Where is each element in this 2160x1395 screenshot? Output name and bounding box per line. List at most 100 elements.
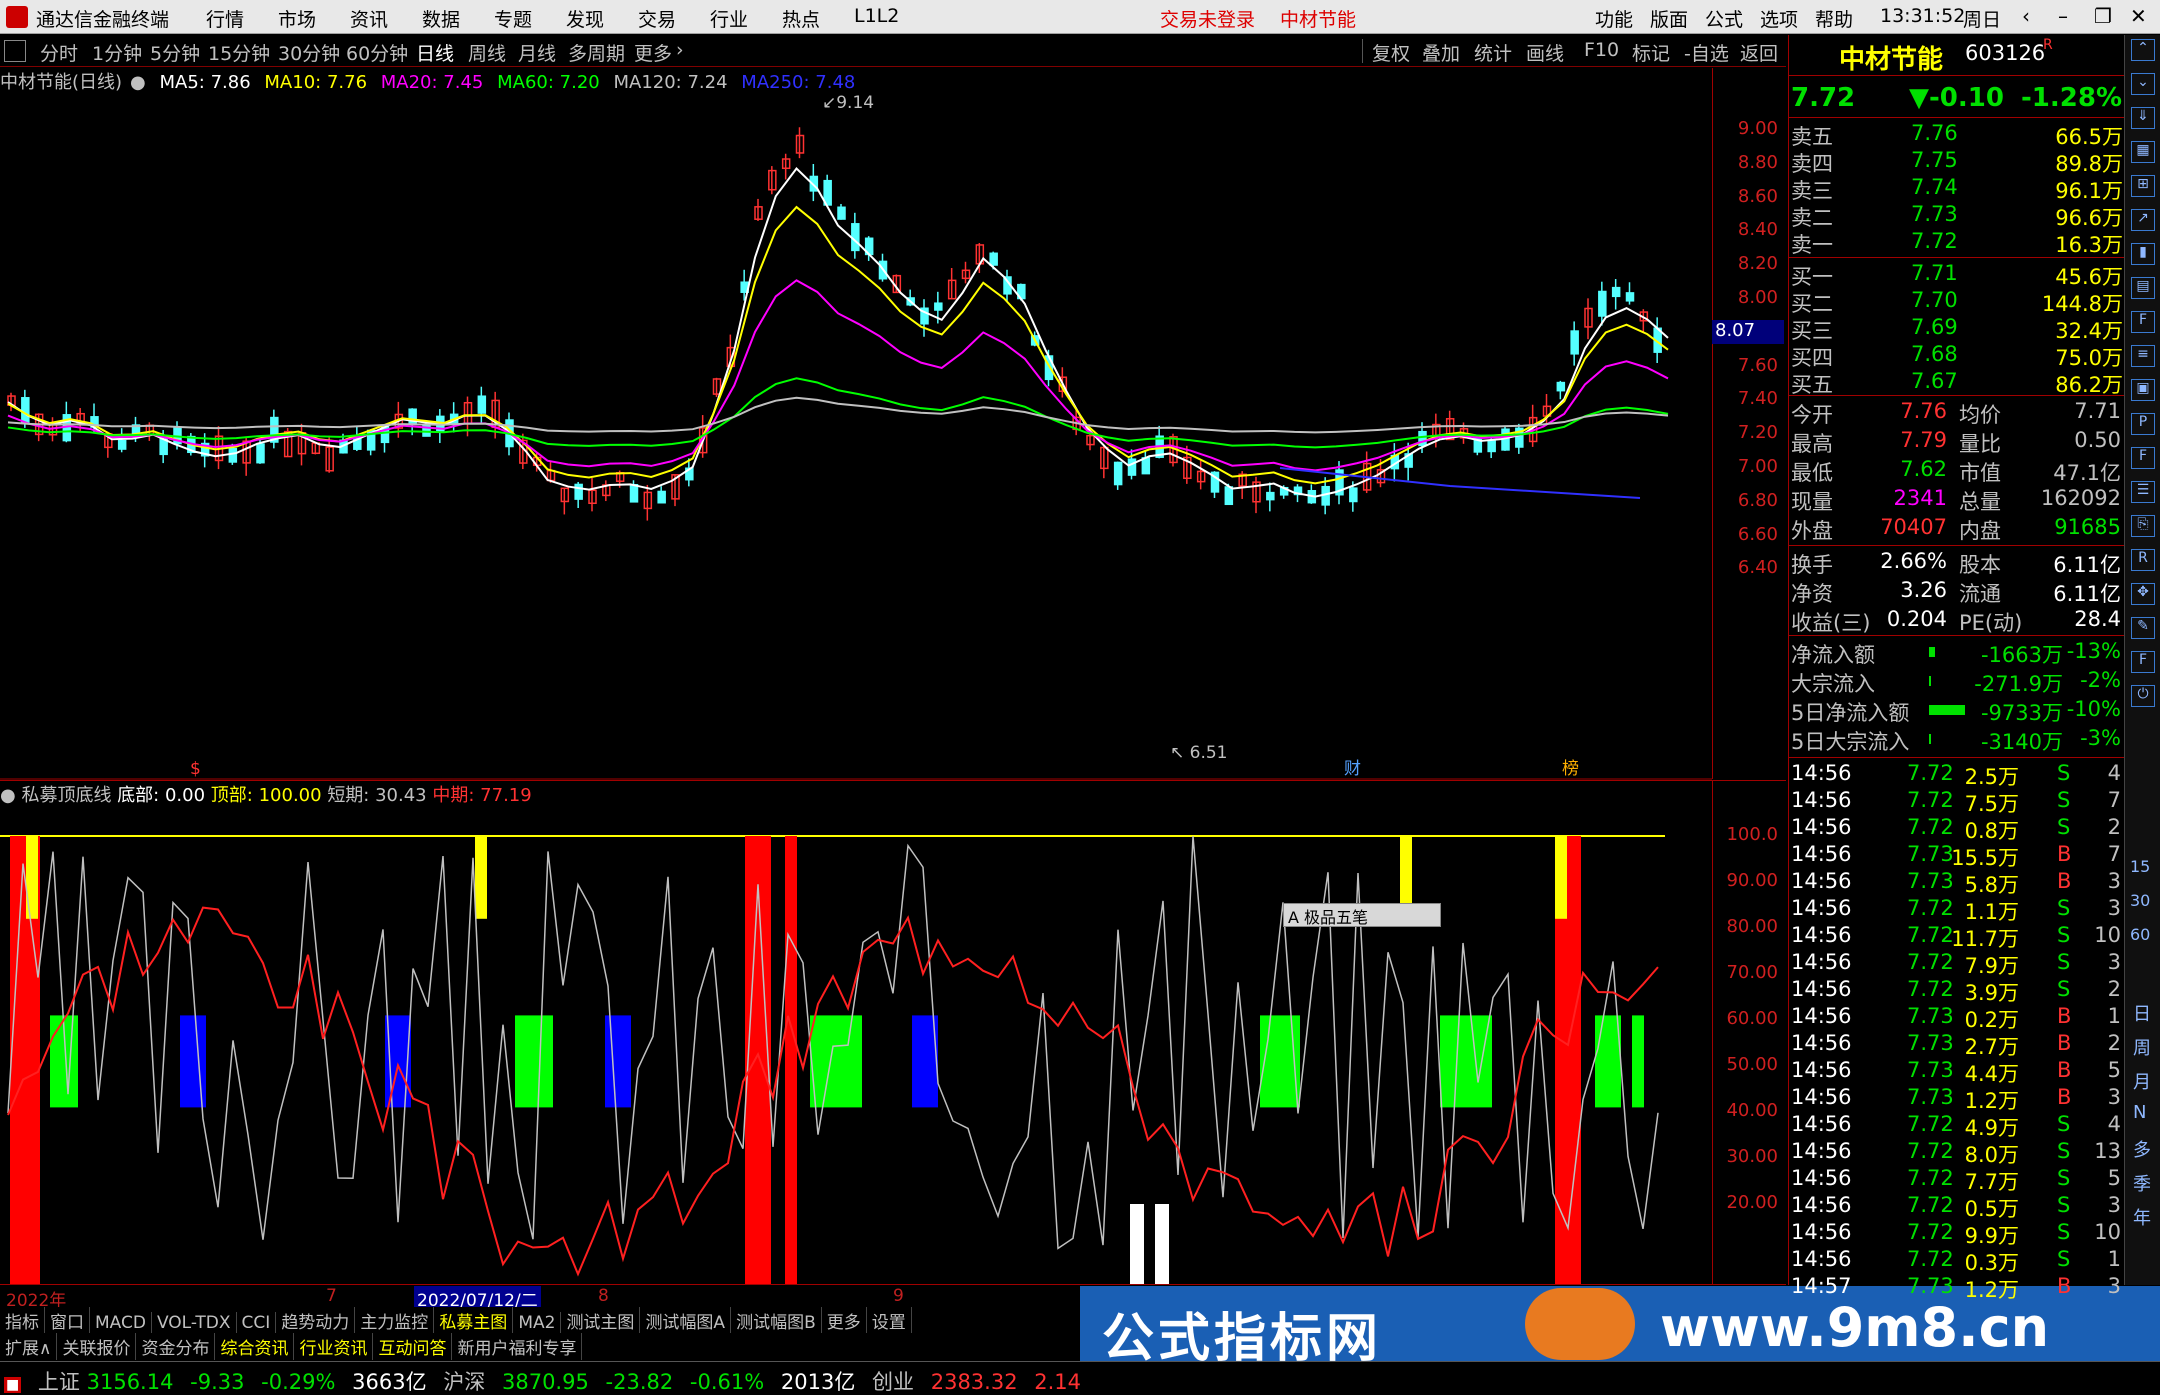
index-label[interactable]: 沪深 xyxy=(443,1370,485,1394)
menu-item[interactable]: 选项 xyxy=(1760,5,1798,32)
toolbar-button[interactable]: -自选 xyxy=(1684,39,1729,66)
fin-icon[interactable]: F xyxy=(2131,311,2155,333)
arrows-icon[interactable]: ✥ xyxy=(2131,583,2155,605)
indicator-tab[interactable]: 测试幅图A xyxy=(640,1307,732,1334)
indicator-tab[interactable]: 趋势动力 xyxy=(276,1307,356,1334)
bar-icon[interactable]: ▮ xyxy=(2131,243,2155,265)
toolbar-button[interactable]: 返回 xyxy=(1740,39,1778,66)
down-arrow-icon[interactable]: ⌄ xyxy=(2131,73,2155,95)
menu-item[interactable]: 交易 xyxy=(638,5,676,32)
side-period-button[interactable]: 月 xyxy=(2133,1068,2151,1094)
menu-item[interactable]: L1L2 xyxy=(854,5,899,27)
menu-item[interactable]: 行业 xyxy=(710,5,748,32)
indicator-tab[interactable]: 设置 xyxy=(867,1307,912,1334)
indicator-tab[interactable]: 私募主图 xyxy=(434,1307,514,1334)
layers-icon[interactable]: ▣ xyxy=(2131,379,2155,401)
extension-tab[interactable]: 互动问答 xyxy=(373,1333,453,1360)
extension-tab[interactable]: 资金分布 xyxy=(136,1333,216,1360)
period-tab[interactable]: 周线 xyxy=(468,39,506,66)
indicator-tab[interactable]: 主力监控 xyxy=(355,1307,435,1334)
menu-item[interactable]: 版面 xyxy=(1650,5,1688,32)
list-icon[interactable]: ⊞ xyxy=(2131,175,2155,197)
close-icon[interactable]: ✕ xyxy=(2130,4,2147,28)
ime-icon[interactable]: A xyxy=(1288,908,1299,927)
back-icon[interactable]: ‹ xyxy=(2022,4,2030,28)
indicator-tab[interactable]: CCI xyxy=(237,1312,277,1334)
period-tab[interactable]: 15分钟 xyxy=(208,39,270,66)
index-label[interactable]: 创业 xyxy=(872,1370,914,1394)
toolbar-button[interactable]: 标记 xyxy=(1632,39,1670,66)
side-minute-button[interactable]: 60 xyxy=(2130,925,2150,944)
toolbar-button[interactable]: 统计 xyxy=(1474,39,1512,66)
ime-toolbar[interactable]: A 极品五笔 xyxy=(1283,903,1441,927)
event-marker[interactable]: $ xyxy=(190,759,201,779)
f10-icon[interactable]: ⇓ xyxy=(2131,107,2155,129)
extension-tab[interactable]: 关联报价 xyxy=(57,1333,137,1360)
chevron-right-icon[interactable]: › xyxy=(676,39,684,61)
menu-icon[interactable]: ☰ xyxy=(2131,481,2155,503)
menu-item[interactable]: 资讯 xyxy=(350,5,388,32)
pen-icon[interactable]: ✎ xyxy=(2131,617,2155,639)
panel-toggle-icon[interactable] xyxy=(4,40,26,62)
period-tab[interactable]: 分时 xyxy=(40,39,78,66)
menu-item[interactable]: 帮助 xyxy=(1815,5,1853,32)
extension-tab[interactable]: 行业资讯 xyxy=(294,1333,374,1360)
minimize-icon[interactable]: – xyxy=(2058,4,2068,28)
event-marker[interactable]: 财 xyxy=(1344,759,1361,779)
pdf-icon[interactable]: P xyxy=(2131,413,2155,435)
index-label[interactable]: 上证 xyxy=(38,1370,80,1394)
extension-tab[interactable]: 扩展∧ xyxy=(0,1333,58,1360)
menu-item[interactable]: 公式 xyxy=(1705,5,1743,32)
period-tab[interactable]: 多周期 xyxy=(568,39,625,66)
f2-icon[interactable]: F xyxy=(2131,447,2155,469)
indicator-tab[interactable]: VOL-TDX xyxy=(152,1312,237,1334)
period-tab[interactable]: 月线 xyxy=(518,39,556,66)
toolbar-button[interactable]: 叠加 xyxy=(1422,39,1460,66)
indicator-tab[interactable]: MACD xyxy=(90,1312,152,1334)
fs-icon[interactable]: F xyxy=(2131,651,2155,673)
restore-icon[interactable]: ❐ xyxy=(2094,4,2112,28)
up-arrow-icon[interactable]: ⌃ xyxy=(2131,39,2155,61)
indicator-tab[interactable]: 测试主图 xyxy=(561,1307,641,1334)
trend-icon[interactable]: ↗ xyxy=(2131,209,2155,231)
toolbar-button[interactable]: 复权 xyxy=(1372,39,1410,66)
side-period-button[interactable]: 多 xyxy=(2133,1136,2151,1162)
period-tab[interactable]: 1分钟 xyxy=(92,39,142,66)
grid-icon[interactable]: ▤ xyxy=(2131,277,2155,299)
extension-tab[interactable]: 新用户福利专享 xyxy=(452,1333,583,1360)
menu-item[interactable]: 热点 xyxy=(782,5,820,32)
period-tab[interactable]: 30分钟 xyxy=(278,39,340,66)
period-tab-active[interactable]: 日线 xyxy=(416,39,454,66)
side-minute-button[interactable]: 30 xyxy=(2130,891,2150,910)
side-minute-button[interactable]: 15 xyxy=(2130,857,2150,876)
indicator-tab[interactable]: 指标 xyxy=(0,1307,45,1334)
indicator-chart[interactable] xyxy=(0,806,1712,1284)
side-period-button[interactable]: 年 xyxy=(2133,1204,2151,1230)
side-period-button[interactable]: 季 xyxy=(2133,1170,2151,1196)
period-tab[interactable]: 更多 xyxy=(634,39,672,66)
toolbar-button[interactable]: F10 xyxy=(1584,39,1619,61)
period-tab[interactable]: 5分钟 xyxy=(150,39,200,66)
period-tab[interactable]: 60分钟 xyxy=(346,39,408,66)
power-icon[interactable]: ⏻ xyxy=(2131,685,2155,707)
indicator-tab[interactable]: 更多 xyxy=(822,1307,867,1334)
toolbar-button[interactable]: 画线 xyxy=(1526,39,1564,66)
settings-icon[interactable]: ● xyxy=(0,785,16,806)
chart-icon[interactable]: ▦ xyxy=(2131,141,2155,163)
menu-item[interactable]: 行情 xyxy=(206,5,244,32)
indicator-tab[interactable]: MA2 xyxy=(513,1312,562,1334)
side-period-button[interactable]: N xyxy=(2133,1102,2146,1123)
side-period-button[interactable]: 日 xyxy=(2133,1000,2151,1026)
copy-icon[interactable]: ⎘ xyxy=(2131,515,2155,537)
menu-item[interactable]: 功能 xyxy=(1595,5,1633,32)
rss-icon[interactable]: R xyxy=(2131,549,2155,571)
settings-icon[interactable]: ● xyxy=(130,72,146,93)
menu-item[interactable]: 市场 xyxy=(278,5,316,32)
menu-item[interactable]: 专题 xyxy=(494,5,532,32)
indicator-tab[interactable]: 测试幅图B xyxy=(731,1307,822,1334)
menu-item[interactable]: 发现 xyxy=(566,5,604,32)
indicator-tab[interactable]: 窗口 xyxy=(45,1307,90,1334)
extension-tab[interactable]: 综合资讯 xyxy=(215,1333,295,1360)
doc-icon[interactable]: ≡ xyxy=(2131,345,2155,367)
event-marker[interactable]: 榜 xyxy=(1562,759,1579,779)
